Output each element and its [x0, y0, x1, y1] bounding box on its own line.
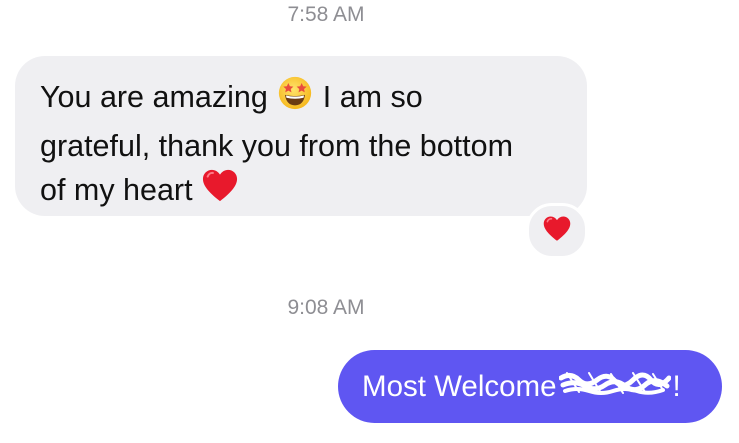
- incoming-message-bubble[interactable]: You are amazing I am so grateful, thank …: [15, 56, 587, 216]
- message-text-most-welcome: Most Welcome: [362, 370, 557, 403]
- message-text-exclamation: !: [672, 370, 681, 403]
- message-line-2: grateful, thank you from the bottom: [40, 129, 514, 163]
- message-text-grateful-start: I am so: [322, 80, 423, 115]
- timestamp-1: 7:58 AM: [287, 3, 365, 26]
- star-struck-emoji-icon: [276, 74, 314, 124]
- message-line-3: of my heart: [40, 168, 563, 216]
- message-text-amazing: You are amazing: [40, 80, 268, 115]
- outgoing-message-bubble[interactable]: Most Welcome !: [338, 350, 722, 423]
- red-heart-emoji-icon: [201, 168, 239, 216]
- heart-icon: [542, 215, 572, 248]
- redacted-name-scribble: [558, 352, 672, 425]
- timestamp-2: 9:08 AM: [287, 296, 365, 319]
- message-line-1: You are amazing I am so: [40, 74, 563, 124]
- message-text-heart: of my heart: [40, 173, 193, 208]
- heart-reaction-badge[interactable]: [526, 203, 588, 259]
